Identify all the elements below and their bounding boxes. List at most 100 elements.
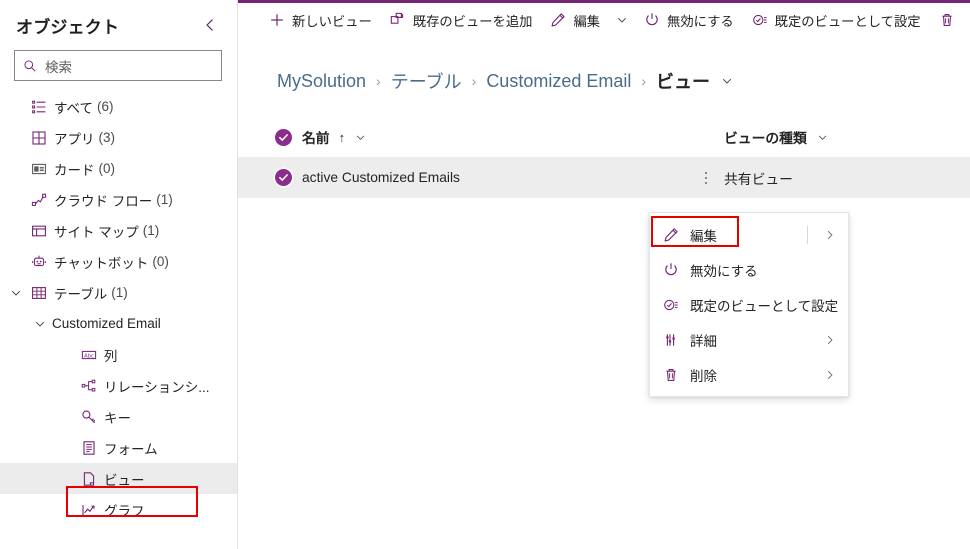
sidebar-item-count: (6) [97,99,114,114]
command-pencil[interactable]: 編集 [541,4,609,36]
more-vertical-icon[interactable] [688,170,724,186]
sidebar-item-label: フォーム [104,441,158,457]
sidebar-item-label: Customized Email [52,316,161,331]
command-power[interactable]: 無効にする [635,4,743,36]
menu-item-power[interactable]: 無効にする [650,252,848,287]
menu-item-label: 詳細 [690,333,717,349]
command-delete[interactable] [930,4,955,36]
pencil-icon [550,12,566,28]
command-default-view[interactable]: 既定のビューとして設定 [743,4,930,36]
sidebar-item-list: すべて (6) アプリ (3) カード (0) クラウド フロー (1) サイト マップ (1) チ… [0,85,237,525]
chevron-down-icon[interactable] [355,132,366,143]
command-label: 新しいビュー [292,13,372,29]
chart-icon [76,502,102,518]
command-label: 編集 [573,13,601,29]
card-icon [26,161,52,177]
menu-item-label: 無効にする [690,263,758,279]
chevron-down-icon[interactable] [609,4,635,36]
command-bar: 新しいビュー 既存のビューを追加 編集 無効にする 既定のビューとして設定 [238,0,970,41]
key-icon [76,409,102,425]
power-icon [662,262,680,278]
select-all-checkbox[interactable] [238,128,296,146]
chevron-down-icon[interactable] [721,75,733,87]
menu-item-label: 削除 [690,368,717,384]
top-accent-bar [238,0,970,3]
column-header-name-label: 名前 [302,131,330,146]
sidebar-item--[interactable]: Abc 列 [0,339,237,370]
sidebar-item-count: (1) [111,285,128,300]
breadcrumb-link[interactable]: MySolution [274,70,369,93]
sidebar-item--[interactable]: ビュー [0,463,237,494]
details-icon [662,332,680,348]
sidebar-item--[interactable]: すべて (6) [0,91,237,122]
sitemap-icon [26,223,52,239]
sidebar-item-count: (3) [98,130,116,145]
row-context-menu: 編集無効にする既定のビューとして設定詳細削除 [649,212,849,397]
all-list-icon [26,99,52,115]
command-plus[interactable]: 新しいビュー [260,4,381,36]
chevron-left-icon[interactable] [197,12,223,38]
command-label: 既存のビューを追加 [412,13,533,29]
menu-item-details[interactable]: 詳細 [650,322,848,357]
objects-sidebar: オブジェクト 検索 すべて (6) アプリ (3) カード (0) クラウド フロー (1) サ… [0,0,238,549]
sidebar-item-count: (1) [156,192,173,207]
sidebar-item--[interactable]: サイト マップ (1) [0,215,237,246]
sort-ascending-icon: ↑ [338,129,346,145]
chevron-right-icon[interactable] [824,334,842,346]
sidebar-item-label: グラフ [104,503,145,519]
sidebar-item--[interactable]: カード (0) [0,153,237,184]
sidebar-item-label: アプリ [54,131,95,147]
row-checkbox[interactable] [238,169,296,186]
menu-item-trash[interactable]: 削除 [650,357,848,392]
sidebar-item--[interactable]: キー [0,401,237,432]
form-icon [76,440,102,456]
breadcrumb: MySolution › テーブル › Customized Email › ビュー [238,41,970,95]
sidebar-item-label: サイト マップ [54,224,139,240]
sidebar-item-count: (0) [98,161,116,176]
sidebar-item--[interactable]: チャットボット (0) [0,246,237,277]
sidebar-item--[interactable]: クラウド フロー (1) [0,184,237,215]
menu-item-pencil[interactable]: 編集 [650,217,848,252]
search-icon [23,59,37,73]
sidebar-item-customized-email[interactable]: Customized Email [0,308,237,339]
sidebar-item-label: カード [54,162,95,178]
command-add-existing-view[interactable]: 既存のビューを追加 [381,4,542,36]
chevron-right-icon[interactable] [824,229,842,241]
sidebar-item-label: テーブル [54,286,108,302]
sidebar-item--[interactable]: リレーションシ... [0,370,237,401]
plus-icon [269,12,285,28]
sidebar-item--[interactable]: フォーム [0,432,237,463]
breadcrumb-current: ビュー [656,72,711,92]
column-header-name[interactable]: 名前 ↑ [296,127,688,147]
default-view-icon [662,297,680,313]
menu-item-default-view[interactable]: 既定のビューとして設定 [650,287,848,322]
sidebar-item-label: キー [104,410,131,426]
views-list: 名前 ↑ ビューの種類 active Customized Emails 共有ビ… [238,95,970,198]
cloud-flow-icon [26,192,52,208]
view-page-icon [76,471,102,487]
table-row[interactable]: active Customized Emails 共有ビュー [238,157,970,198]
breadcrumb-link[interactable]: テーブル [388,67,465,95]
relationships-icon [76,378,102,394]
chevron-down-icon[interactable] [30,318,50,330]
power-icon [644,12,660,28]
search-input[interactable]: 検索 [14,50,222,81]
column-header-viewtype[interactable]: ビューの種類 [724,127,970,147]
table-header-row: 名前 ↑ ビューの種類 [238,117,970,157]
trash-icon [662,367,680,383]
breadcrumb-link[interactable]: Customized Email [483,70,634,93]
sidebar-item-label: リレーションシ... [104,379,210,395]
sidebar-item--[interactable]: テーブル (1) [0,277,237,308]
search-placeholder: 検索 [45,59,72,75]
command-label: 無効にする [667,13,734,29]
sidebar-item-label: 列 [104,348,118,364]
chevron-down-icon[interactable] [6,287,26,299]
chevron-right-icon[interactable] [824,369,842,381]
checkmark-circle-icon [274,128,292,146]
main-content: 新しいビュー 既存のビューを追加 編集 無効にする 既定のビューとして設定 MySolu… [238,0,970,549]
breadcrumb-separator: › [471,73,477,89]
pencil-icon [662,227,680,243]
sidebar-item--[interactable]: アプリ (3) [0,122,237,153]
sidebar-item--[interactable]: グラフ [0,494,237,525]
chevron-down-icon[interactable] [817,132,828,143]
